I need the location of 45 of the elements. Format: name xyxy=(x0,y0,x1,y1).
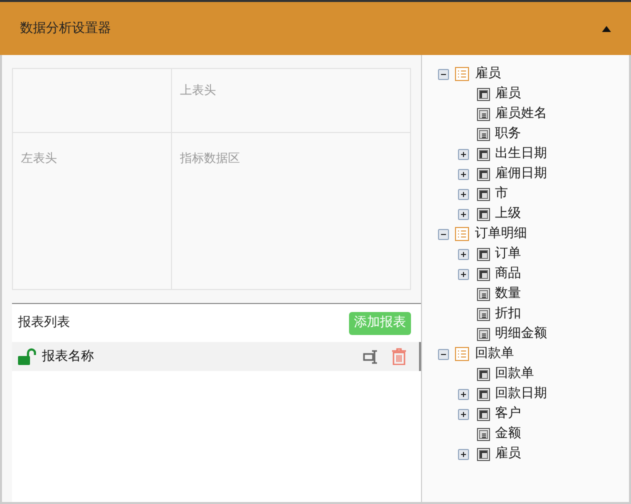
expand-icon[interactable] xyxy=(458,268,469,280)
report-list-title: 报表列表 xyxy=(18,314,70,332)
expand-icon[interactable] xyxy=(458,168,469,180)
tree-field-label[interactable]: 职务 xyxy=(495,124,521,144)
expand-icon[interactable] xyxy=(458,448,469,460)
tree-field-label[interactable]: 上级 xyxy=(495,204,521,224)
tree-field-label[interactable]: 明细金额 xyxy=(495,324,547,344)
left-header-drop-zone: 左表头 xyxy=(21,151,57,165)
tree-field-label[interactable]: 商品 xyxy=(495,264,521,284)
tree-table-label[interactable]: 订单明细 xyxy=(475,224,527,244)
unlocked-padlock-icon[interactable] xyxy=(18,348,36,365)
tree-table-label[interactable]: 回款单 xyxy=(475,344,514,364)
tree-field-label[interactable]: 雇员 xyxy=(495,84,521,104)
expand-icon[interactable] xyxy=(458,208,469,220)
collapse-caret-icon[interactable] xyxy=(602,26,611,32)
expand-icon[interactable] xyxy=(458,388,469,400)
panel-title: 数据分析设置器 xyxy=(20,20,111,38)
tree-table-label[interactable]: 雇员 xyxy=(475,64,501,84)
top-header-drop-zone: 上表头 xyxy=(180,83,216,97)
tree-field-label[interactable]: 订单 xyxy=(495,244,521,264)
tree-field-label[interactable]: 回款日期 xyxy=(495,384,547,404)
tree-field-label[interactable]: 雇员姓名 xyxy=(495,104,547,124)
report-row[interactable]: 报表名称 xyxy=(12,342,421,371)
table-list-icon xyxy=(455,227,469,241)
rename-icon[interactable] xyxy=(363,348,379,364)
expand-icon[interactable] xyxy=(458,148,469,160)
data-area-drop-zone: 指标数据区 xyxy=(180,151,240,165)
collapse-icon[interactable] xyxy=(438,228,449,240)
tree-field-label[interactable]: 出生日期 xyxy=(495,144,547,164)
table-list-icon xyxy=(455,347,469,361)
collapse-icon[interactable] xyxy=(438,68,449,80)
expand-icon[interactable] xyxy=(458,188,469,200)
tree-field-label[interactable]: 客户 xyxy=(495,404,521,424)
tree-field-label[interactable]: 金额 xyxy=(495,424,521,444)
table-list-icon xyxy=(455,67,469,81)
tree-field-label[interactable]: 折扣 xyxy=(495,304,521,324)
collapse-icon[interactable] xyxy=(438,348,449,360)
tree-field-label[interactable]: 数量 xyxy=(495,284,521,304)
expand-icon[interactable] xyxy=(458,408,469,420)
tree-field-label[interactable]: 雇员 xyxy=(495,444,521,464)
expand-icon[interactable] xyxy=(458,248,469,260)
tree-field-label[interactable]: 回款单 xyxy=(495,364,534,384)
tree-field-label[interactable]: 市 xyxy=(495,184,508,204)
report-name: 报表名称 xyxy=(42,348,95,366)
tree-field-label[interactable]: 雇佣日期 xyxy=(495,164,547,184)
